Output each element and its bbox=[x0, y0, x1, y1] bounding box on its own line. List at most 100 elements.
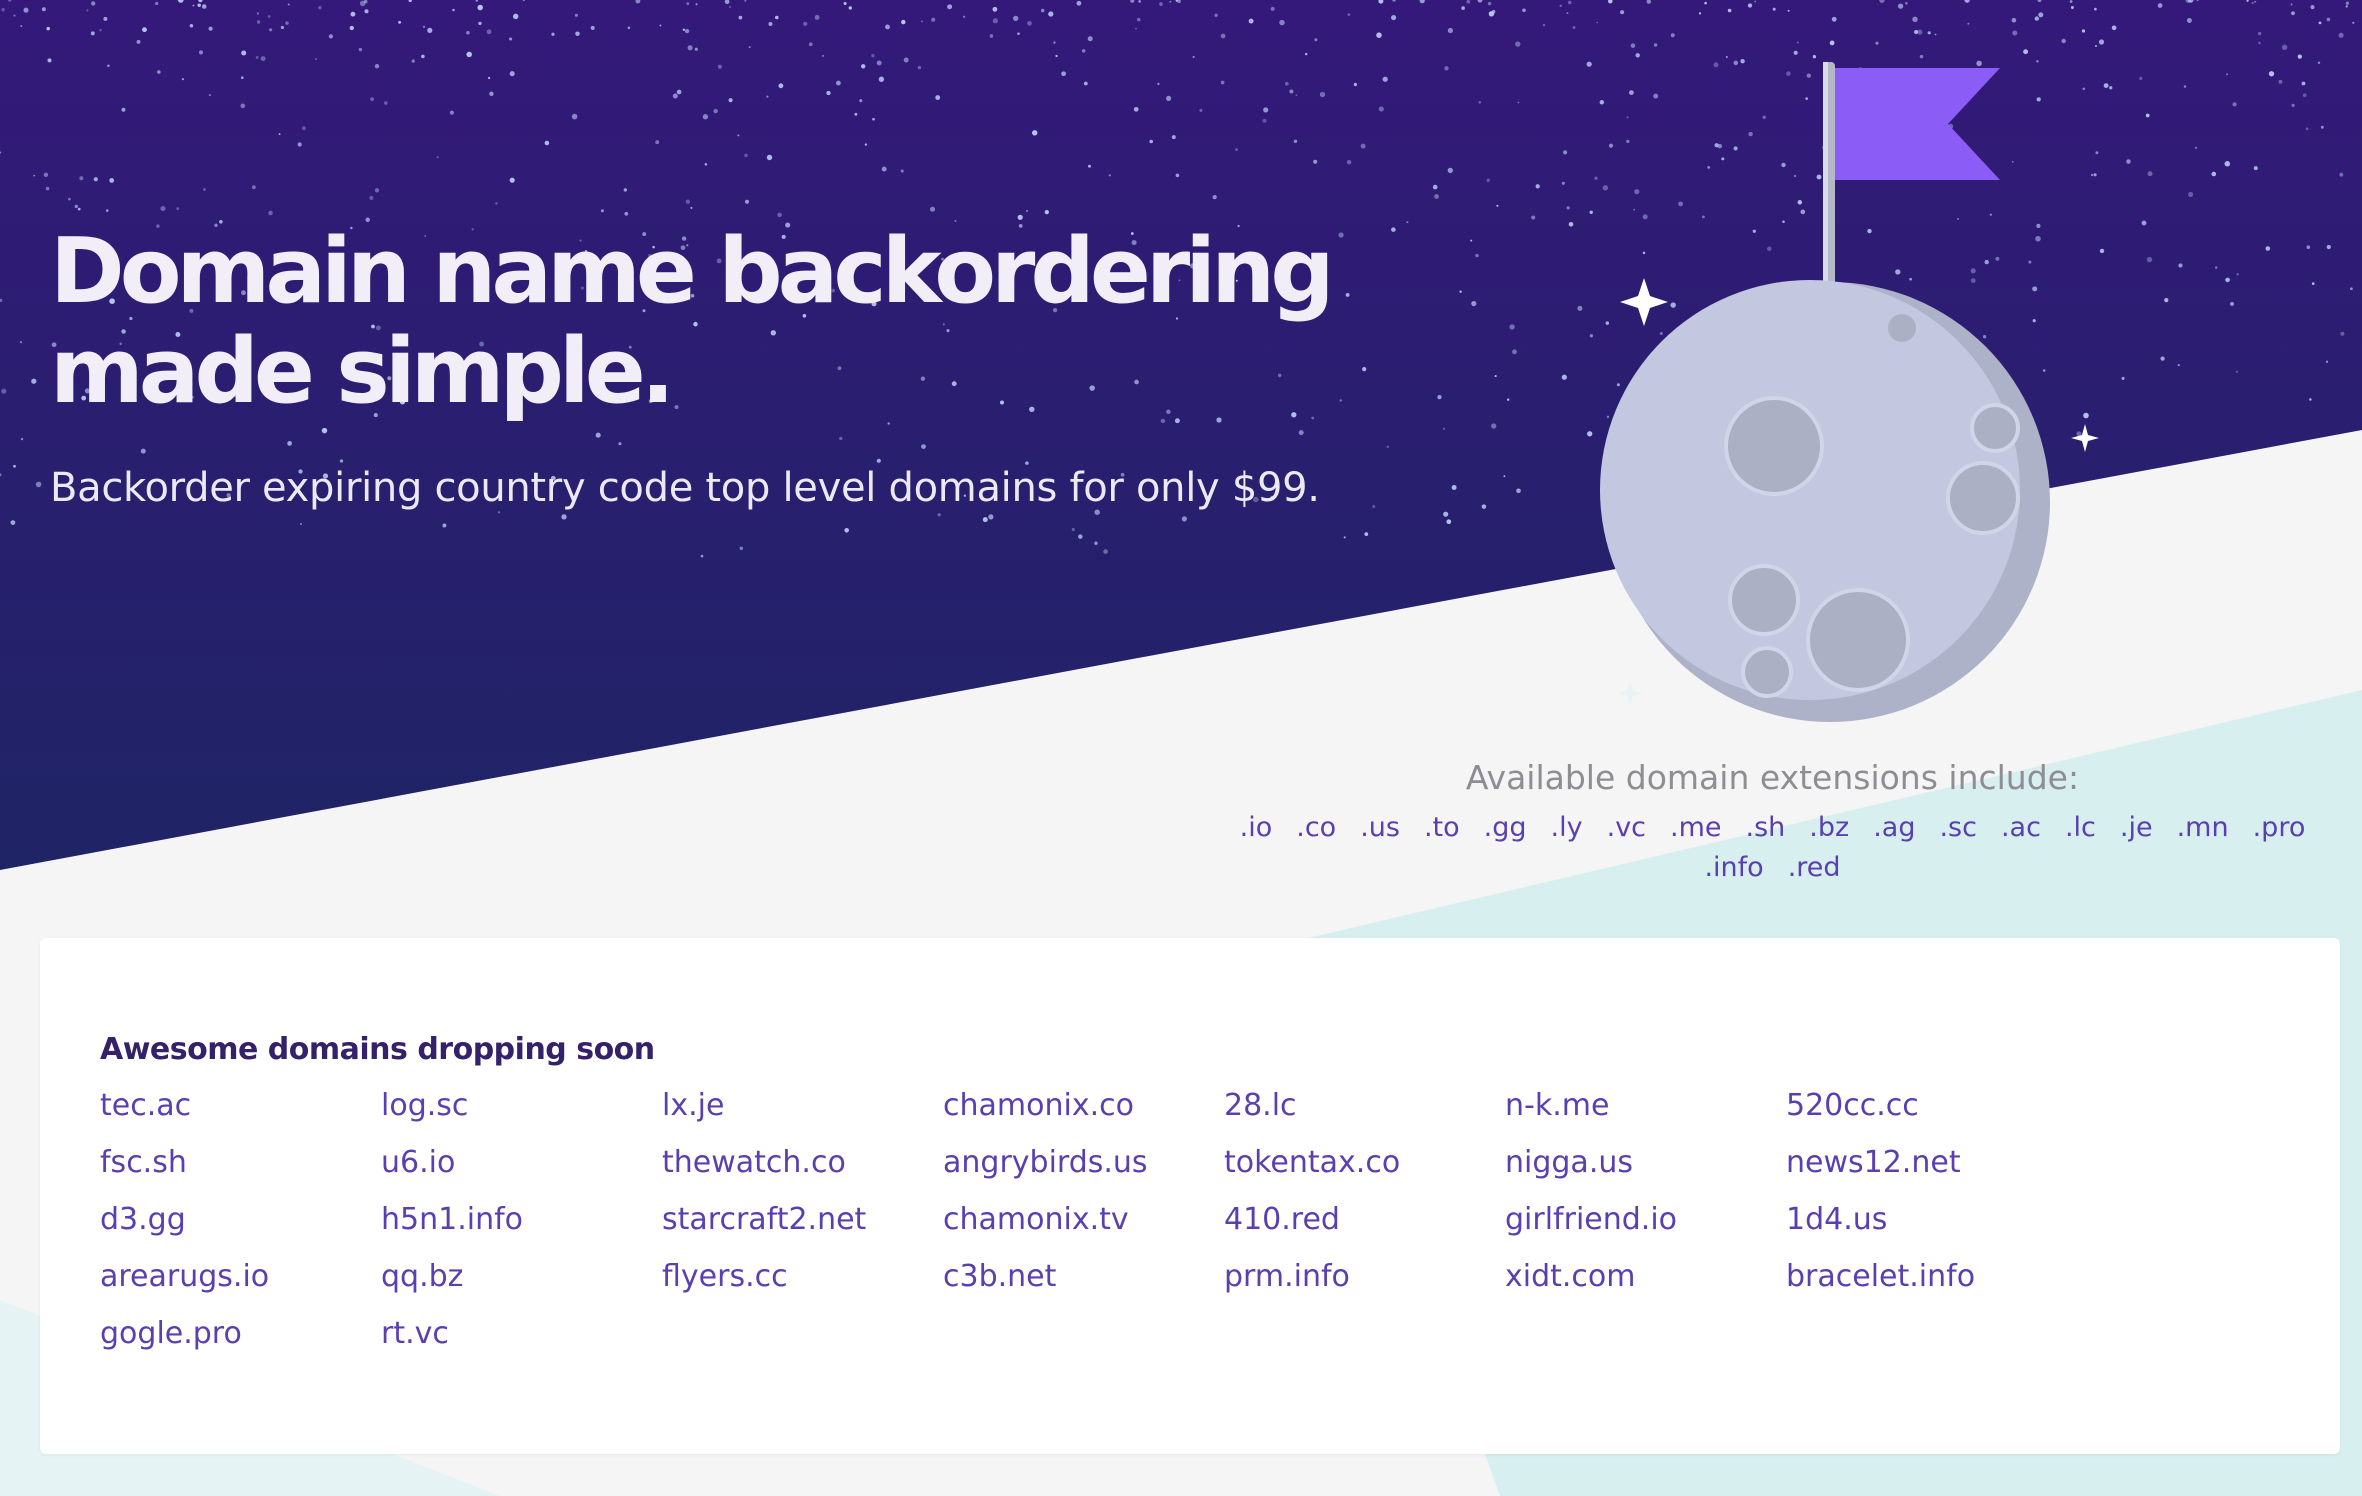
domain-link[interactable]: prm.info bbox=[1224, 1257, 1505, 1314]
domain-link[interactable]: girlfriend.io bbox=[1505, 1200, 1786, 1257]
star bbox=[702, 114, 709, 120]
domain-link[interactable]: h5n1.info bbox=[381, 1200, 662, 1257]
star bbox=[835, 80, 841, 86]
extension-link[interactable]: .pro bbox=[2253, 808, 2306, 848]
extension-link[interactable]: .ly bbox=[1551, 808, 1583, 848]
extension-link[interactable]: .bz bbox=[1809, 808, 1849, 848]
domain-link[interactable]: chamonix.co bbox=[943, 1086, 1224, 1143]
domain-link[interactable]: rt.vc bbox=[381, 1314, 662, 1371]
domain-link[interactable]: starcraft2.net bbox=[662, 1200, 943, 1257]
extension-link[interactable]: .co bbox=[1296, 808, 1336, 848]
star bbox=[1927, 31, 1931, 35]
star bbox=[1487, 1, 1492, 6]
star bbox=[358, 47, 363, 52]
star bbox=[1108, 174, 1111, 177]
domain-link[interactable]: fsc.sh bbox=[100, 1143, 381, 1200]
star bbox=[2301, 81, 2306, 86]
star bbox=[1284, 81, 1289, 86]
star bbox=[745, 199, 749, 204]
star bbox=[930, 206, 935, 212]
star bbox=[436, 156, 439, 159]
star bbox=[2305, 127, 2309, 130]
domain-link[interactable]: qq.bz bbox=[381, 1257, 662, 1314]
star bbox=[10, 520, 16, 526]
star bbox=[992, 18, 999, 24]
domain-link[interactable]: nigga.us bbox=[1505, 1143, 1786, 1200]
domain-link[interactable]: 28.lc bbox=[1224, 1086, 1505, 1143]
star bbox=[808, 42, 813, 47]
star bbox=[287, 3, 290, 6]
domain-link[interactable]: u6.io bbox=[381, 1143, 662, 1200]
extension-link[interactable]: .to bbox=[1424, 808, 1460, 848]
star bbox=[2257, 31, 2262, 36]
star bbox=[854, 112, 858, 116]
domain-link[interactable]: 410.red bbox=[1224, 1200, 1505, 1257]
star bbox=[1083, 81, 1088, 86]
domain-link[interactable]: flyers.cc bbox=[662, 1257, 943, 1314]
star bbox=[328, 34, 334, 39]
extension-link[interactable]: .red bbox=[1788, 848, 1841, 888]
star bbox=[1905, 1, 1908, 5]
star bbox=[2230, 301, 2234, 306]
star bbox=[91, 1, 96, 6]
star bbox=[2225, 277, 2230, 283]
star bbox=[1478, 101, 1482, 104]
domain-link[interactable]: 1d4.us bbox=[1786, 1200, 2067, 1257]
domain-link[interactable]: bracelet.info bbox=[1786, 1257, 2067, 1314]
star bbox=[872, 117, 875, 121]
extension-link[interactable]: .sc bbox=[1939, 808, 1977, 848]
star bbox=[2236, 273, 2239, 276]
star bbox=[203, 188, 206, 191]
star bbox=[176, 207, 180, 211]
extension-link[interactable]: .vc bbox=[1607, 808, 1646, 848]
star bbox=[208, 94, 211, 97]
extension-link[interactable]: .us bbox=[1360, 808, 1400, 848]
domain-link[interactable]: c3b.net bbox=[943, 1257, 1224, 1314]
star bbox=[140, 448, 146, 454]
extension-link[interactable]: .je bbox=[2120, 808, 2153, 848]
domain-link[interactable]: chamonix.tv bbox=[943, 1200, 1224, 1257]
extension-link[interactable]: .sh bbox=[1746, 808, 1786, 848]
star bbox=[1295, 94, 1298, 97]
star bbox=[2194, 146, 2198, 149]
star bbox=[1561, 181, 1565, 185]
star bbox=[201, 4, 207, 9]
star bbox=[917, 65, 922, 70]
star bbox=[495, 202, 498, 205]
domain-link[interactable]: gogle.pro bbox=[100, 1314, 381, 1371]
star bbox=[2352, 21, 2355, 24]
star bbox=[1567, 0, 1572, 5]
star bbox=[600, 209, 604, 213]
star bbox=[1494, 375, 1497, 378]
domain-link[interactable]: xidt.com bbox=[1505, 1257, 1786, 1314]
domain-link[interactable]: tokentax.co bbox=[1224, 1143, 1505, 1200]
extension-link[interactable]: .ac bbox=[2001, 808, 2041, 848]
extension-link[interactable]: .info bbox=[1704, 848, 1763, 888]
extension-link[interactable]: .gg bbox=[1484, 808, 1527, 848]
star bbox=[1087, 36, 1093, 42]
star bbox=[1466, 0, 1471, 4]
star bbox=[1568, 222, 1574, 227]
domain-link[interactable]: angrybirds.us bbox=[943, 1143, 1224, 1200]
star bbox=[826, 90, 831, 96]
star bbox=[947, 4, 953, 10]
extension-link[interactable]: .io bbox=[1240, 808, 1273, 848]
domain-link[interactable]: lx.je bbox=[662, 1086, 943, 1143]
extension-link[interactable]: .mn bbox=[2177, 808, 2229, 848]
domain-link[interactable]: thewatch.co bbox=[662, 1143, 943, 1200]
domain-link[interactable]: n-k.me bbox=[1505, 1086, 1786, 1143]
star bbox=[881, 166, 887, 172]
domain-link[interactable]: d3.gg bbox=[100, 1200, 381, 1257]
domain-link[interactable]: arearugs.io bbox=[100, 1257, 381, 1314]
star bbox=[1353, 82, 1357, 87]
extension-link[interactable]: .ag bbox=[1873, 808, 1915, 848]
star bbox=[1220, 80, 1225, 85]
domain-link[interactable]: 520cc.cc bbox=[1786, 1086, 2067, 1143]
extension-link[interactable]: .lc bbox=[2065, 808, 2096, 848]
domain-link[interactable]: tec.ac bbox=[100, 1086, 381, 1143]
star bbox=[297, 142, 302, 147]
domain-link[interactable]: log.sc bbox=[381, 1086, 662, 1143]
extension-link[interactable]: .me bbox=[1670, 808, 1722, 848]
domain-link[interactable]: news12.net bbox=[1786, 1143, 2067, 1200]
star bbox=[43, 172, 49, 178]
